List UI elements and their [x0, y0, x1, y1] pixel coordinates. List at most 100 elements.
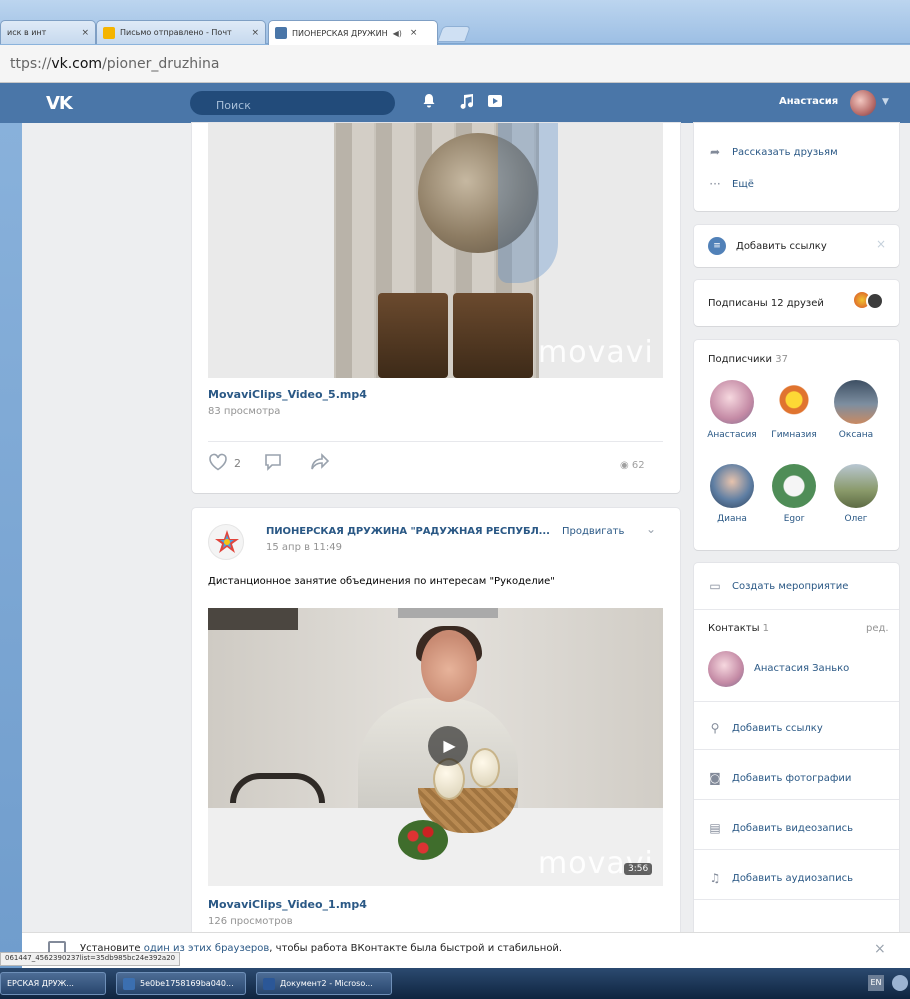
share-button[interactable]	[310, 453, 330, 475]
close-icon[interactable]: ×	[410, 28, 418, 38]
vk-logo[interactable]: VK	[46, 93, 73, 114]
contacts-count: 1	[762, 623, 770, 634]
taskbar-item-label: ЕРСКАЯ ДРУЖ...	[7, 979, 74, 988]
user-name[interactable]: Анастасия	[779, 96, 838, 107]
taskbar-item-word[interactable]: Документ2 - Microso...	[256, 972, 392, 995]
contact-name-link[interactable]: Анастасия Занько	[754, 663, 849, 674]
add-audio-button[interactable]: ♫ Добавить аудиозапись	[708, 871, 853, 885]
subscribed-friends-label: Подписаны 12 друзей	[708, 298, 824, 309]
group-avatar[interactable]	[208, 524, 244, 560]
url-domain: vk.com	[51, 55, 103, 72]
add-link-label: Добавить ссылку	[736, 240, 827, 252]
play-icon[interactable]: ▶	[428, 726, 468, 766]
more-button[interactable]: ··· Ещё	[708, 177, 754, 191]
chevron-down-icon[interactable]: ⌄	[646, 522, 656, 536]
star-logo-icon	[215, 530, 239, 553]
tab-label: иск в инт	[7, 28, 47, 37]
subscriber-photo	[710, 464, 754, 508]
actions-card: ➦ Рассказать друзьям ··· Ещё	[694, 123, 899, 211]
subscriber-item[interactable]: Оксана	[828, 380, 884, 440]
close-icon[interactable]: ×	[251, 28, 259, 38]
subscriber-item[interactable]: Egor	[766, 464, 822, 524]
close-icon[interactable]: ×	[876, 237, 886, 251]
browser-tab-mail[interactable]: Письмо отправлено - Почт ×	[96, 20, 266, 44]
subscriber-item[interactable]: Анастасия	[704, 380, 760, 440]
wood-block	[453, 293, 533, 378]
add-video-button[interactable]: ▤ Добавить видеозапись	[708, 821, 853, 835]
wall-post: ПИОНЕРСКАЯ ДРУЖИНА "РАДУЖНАЯ РЕСПУБЛ... …	[192, 508, 680, 938]
divider	[694, 849, 899, 850]
contact-avatar[interactable]	[708, 651, 744, 687]
browser-tab-vk[interactable]: ПИОНЕРСКАЯ ДРУЖИН ◀) ×	[268, 20, 438, 45]
group-name-link[interactable]: ПИОНЕРСКАЯ ДРУЖИНА "РАДУЖНАЯ РЕСПУБЛ...	[266, 526, 550, 537]
promote-button[interactable]: Продвигать	[562, 526, 624, 537]
mail-favicon-icon	[103, 26, 115, 39]
berries	[398, 820, 448, 860]
tray-icon[interactable]	[892, 975, 908, 991]
taskbar-item-label: 5e0be1758169ba040...	[140, 979, 234, 988]
url-path: /pioner_druzhina	[102, 55, 220, 72]
create-event-button[interactable]: ▭ Создать мероприятие	[708, 579, 848, 593]
subscriber-photo	[710, 380, 754, 424]
comment-icon	[265, 454, 281, 471]
subscriber-name: Egor	[783, 514, 805, 524]
video-thumbnail[interactable]: movavi	[208, 123, 663, 378]
tab-label: ПИОНЕРСКАЯ ДРУЖИН	[292, 28, 388, 38]
taskbar-item-browser[interactable]: ЕРСКАЯ ДРУЖ...	[0, 972, 106, 995]
taskbar-item-label: Документ2 - Microso...	[280, 979, 373, 988]
speaker-icon[interactable]: ◀)	[393, 29, 402, 38]
bell-icon[interactable]	[420, 93, 438, 111]
user-avatar[interactable]	[850, 90, 876, 116]
like-button[interactable]	[208, 453, 228, 475]
wall-post: movavi MovaviClips_Video_5.mp4 83 просмо…	[192, 123, 680, 493]
comment-button[interactable]	[264, 453, 282, 475]
create-event-label: Создать мероприятие	[732, 580, 849, 592]
subscriber-photo	[772, 380, 816, 424]
music-icon[interactable]	[458, 93, 476, 111]
subscriber-name: Диана	[717, 514, 747, 524]
video-duration: 3:56	[624, 863, 653, 875]
head	[421, 630, 477, 702]
add-link-button[interactable]: ⚲ Добавить ссылку	[708, 721, 823, 735]
close-icon[interactable]: ×	[874, 941, 886, 957]
subscribers-header[interactable]: Подписчики 37	[708, 354, 788, 365]
search-input[interactable]	[190, 91, 395, 115]
address-bar[interactable]: ttps://vk.com/pioner_druzhina	[0, 45, 910, 83]
movavi-watermark: movavi	[538, 335, 654, 370]
browser-tab-search[interactable]: иск в инт ×	[0, 20, 96, 44]
plastic-bag	[498, 123, 558, 283]
contacts-header[interactable]: Контакты 1	[708, 623, 769, 634]
video-icon[interactable]	[486, 93, 504, 111]
vk-page: movavi MovaviClips_Video_5.mp4 83 просмо…	[22, 123, 910, 938]
chair	[230, 773, 325, 803]
share-icon: ➦	[709, 145, 721, 159]
subscriber-photo	[772, 464, 816, 508]
chevron-down-icon[interactable]: ▼	[882, 97, 889, 107]
taskbar-item-file[interactable]: 5e0be1758169ba040...	[116, 972, 246, 995]
new-tab-button[interactable]	[437, 26, 471, 42]
subscriber-item[interactable]: Олег	[828, 464, 884, 524]
post-text: Дистанционное занятие объединения по инт…	[208, 576, 555, 587]
post-date[interactable]: 15 апр в 11:49	[266, 542, 342, 553]
status-url: 061447_4562390237list=35db985bc24e392a20	[0, 952, 181, 966]
divider	[694, 609, 899, 610]
language-indicator[interactable]: EN	[868, 975, 884, 991]
contacts-edit-link[interactable]: ред.	[866, 623, 889, 634]
divider	[694, 899, 899, 900]
video-title-link[interactable]: MovaviClips_Video_1.mp4	[208, 898, 367, 911]
tell-friends-button[interactable]: ➦ Рассказать друзьям	[708, 145, 838, 159]
video-title-link[interactable]: MovaviClips_Video_5.mp4	[208, 388, 367, 401]
banner-text-after: , чтобы работа ВКонтакте была быстрой и …	[269, 943, 563, 954]
close-icon[interactable]: ×	[81, 28, 89, 38]
add-photos-button[interactable]: ◙ Добавить фотографии	[708, 771, 851, 785]
video-views: 83 просмотра	[208, 406, 281, 417]
video-views: 126 просмотров	[208, 916, 293, 927]
subscriber-item[interactable]: Диана	[704, 464, 760, 524]
add-photos-label: Добавить фотографии	[732, 772, 852, 784]
more-label: Ещё	[732, 178, 754, 190]
views-indicator: ◉ 62	[620, 460, 645, 471]
add-link-button[interactable]: ≡ Добавить ссылку	[708, 237, 827, 255]
video-thumbnail[interactable]: ▶ movavi 3:56	[208, 608, 663, 886]
subscriber-item[interactable]: Гимназия	[766, 380, 822, 440]
subscribed-friends-card[interactable]: Подписаны 12 друзей	[694, 280, 899, 326]
